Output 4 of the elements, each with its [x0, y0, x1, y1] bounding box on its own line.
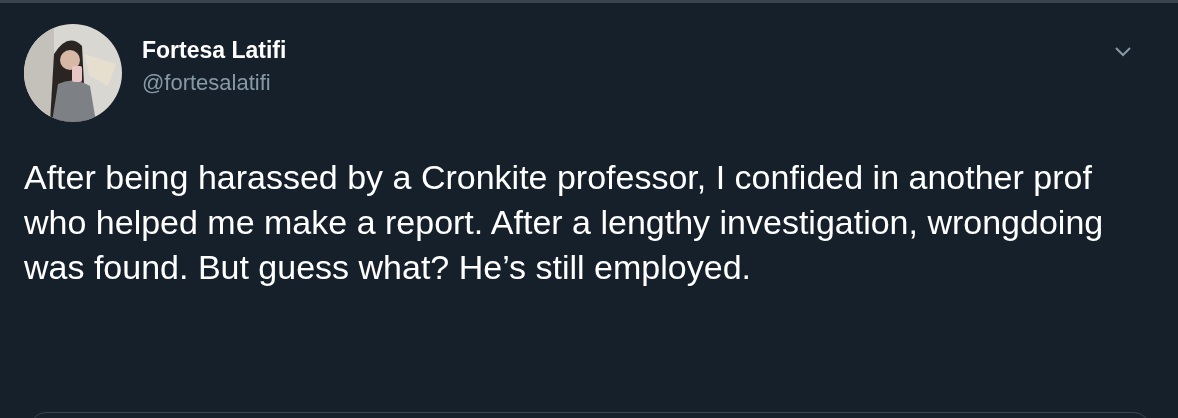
author-name[interactable]: Fortesa Latifi [142, 37, 287, 64]
tweet-text: After being harassed by a Cronkite professor, I confided in another prof who helped me make a report. After a lengthy investigation, wrongdoing was found. But guess what? He’s still employed. [24, 157, 1105, 288]
author-handle[interactable]: @fortesalatifi [142, 70, 287, 96]
chevron-down-icon[interactable] [1115, 47, 1131, 57]
